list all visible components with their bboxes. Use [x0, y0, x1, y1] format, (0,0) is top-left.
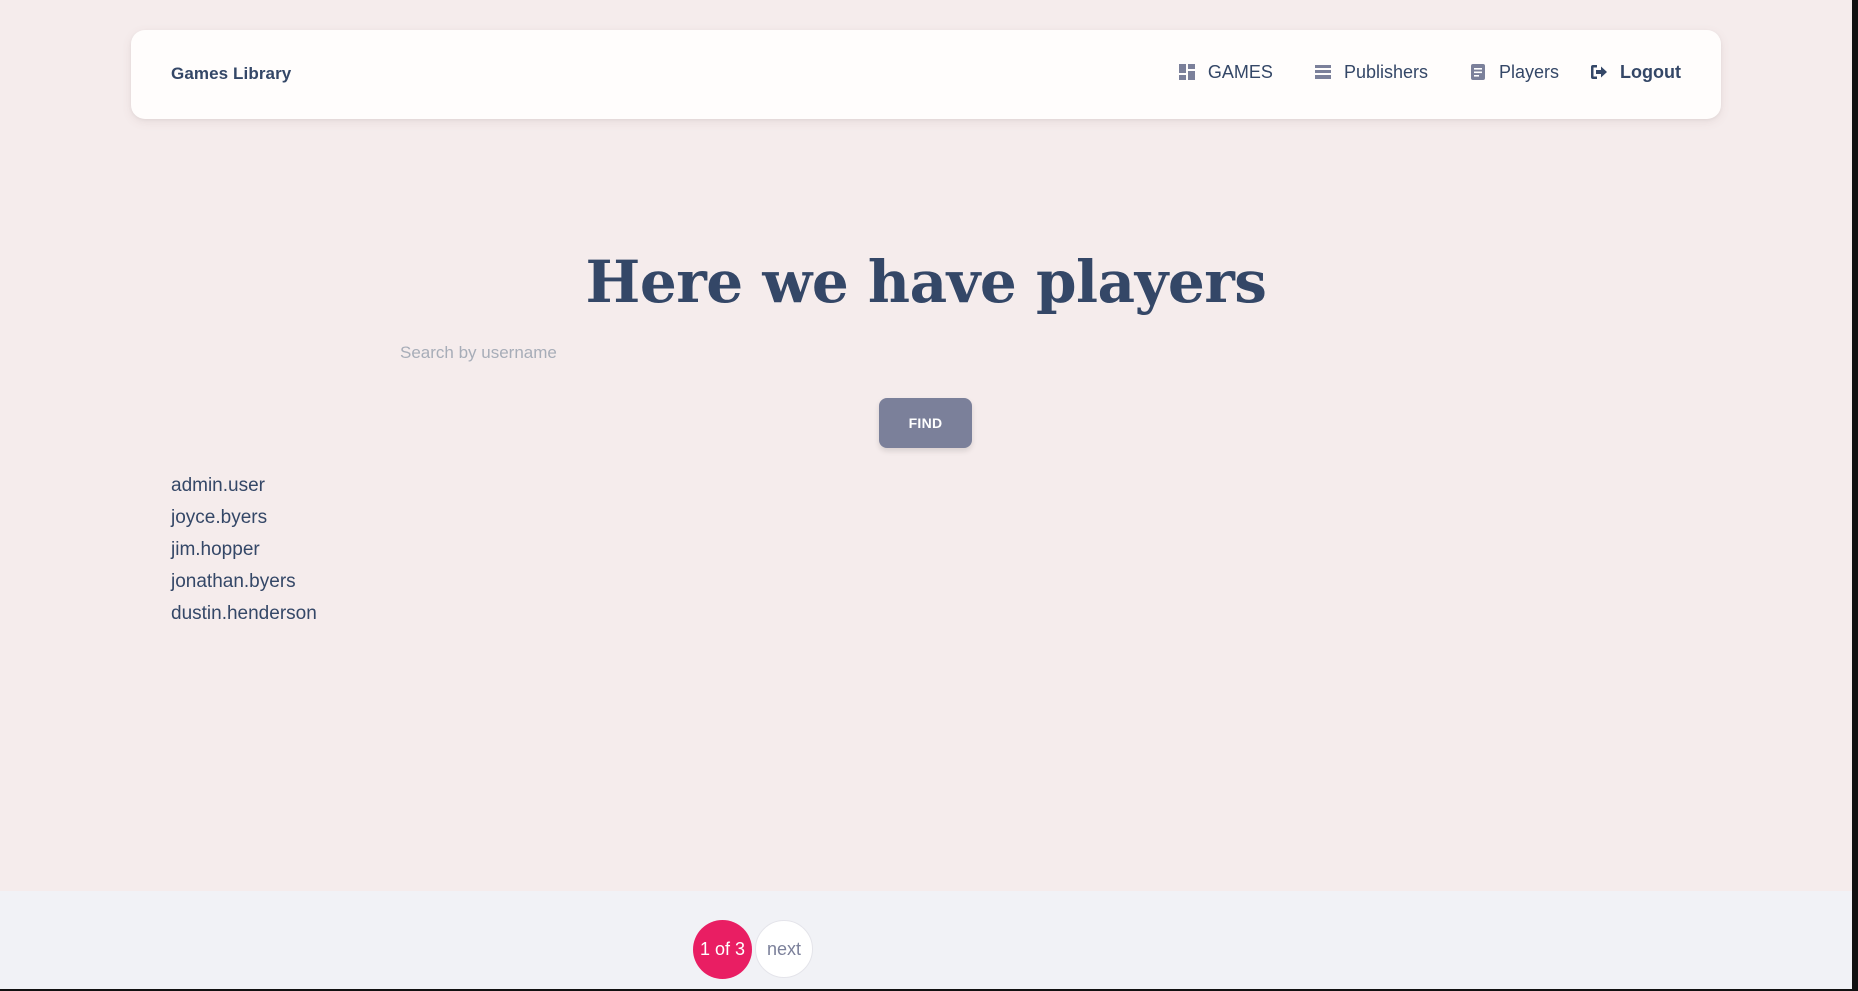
player-item[interactable]: admin.user	[171, 470, 317, 502]
page: Games Library GAMES Publishers Players L…	[0, 0, 1852, 989]
logout-icon	[1589, 62, 1609, 82]
search-input[interactable]	[398, 337, 1452, 369]
player-item[interactable]: joyce.byers	[171, 502, 317, 534]
nav-links: GAMES Publishers Players Logout	[1177, 52, 1681, 92]
player-list: admin.user joyce.byers jim.hopper jonath…	[171, 470, 317, 630]
logout-label: Logout	[1620, 61, 1681, 82]
pagination: 1 of 3 next	[693, 920, 813, 979]
player-item[interactable]: jonathan.byers	[171, 566, 317, 598]
pagination-footer: 1 of 3 next	[0, 891, 1852, 989]
find-button[interactable]: FIND	[879, 398, 972, 448]
nav-link-games-label: GAMES	[1207, 61, 1273, 82]
brand-link[interactable]: Games Library	[171, 64, 291, 84]
dashboard-icon	[1177, 62, 1197, 82]
nav-link-games[interactable]: GAMES	[1177, 62, 1273, 83]
navbar: Games Library GAMES Publishers Players L…	[131, 30, 1721, 119]
logout-button[interactable]: Logout	[1589, 62, 1681, 83]
nav-link-publishers-label: Publishers	[1343, 61, 1428, 82]
current-page-indicator: 1 of 3	[693, 920, 752, 979]
player-item[interactable]: jim.hopper	[171, 534, 317, 566]
nav-link-publishers[interactable]: Publishers	[1313, 62, 1428, 83]
document-icon	[1468, 62, 1488, 82]
table-icon	[1313, 62, 1333, 82]
page-title: Here we have players	[585, 248, 1267, 316]
nav-link-players-label: Players	[1498, 61, 1560, 82]
player-item[interactable]: dustin.henderson	[171, 598, 317, 630]
nav-link-players[interactable]: Players	[1468, 62, 1559, 83]
next-page-button[interactable]: next	[755, 920, 813, 978]
